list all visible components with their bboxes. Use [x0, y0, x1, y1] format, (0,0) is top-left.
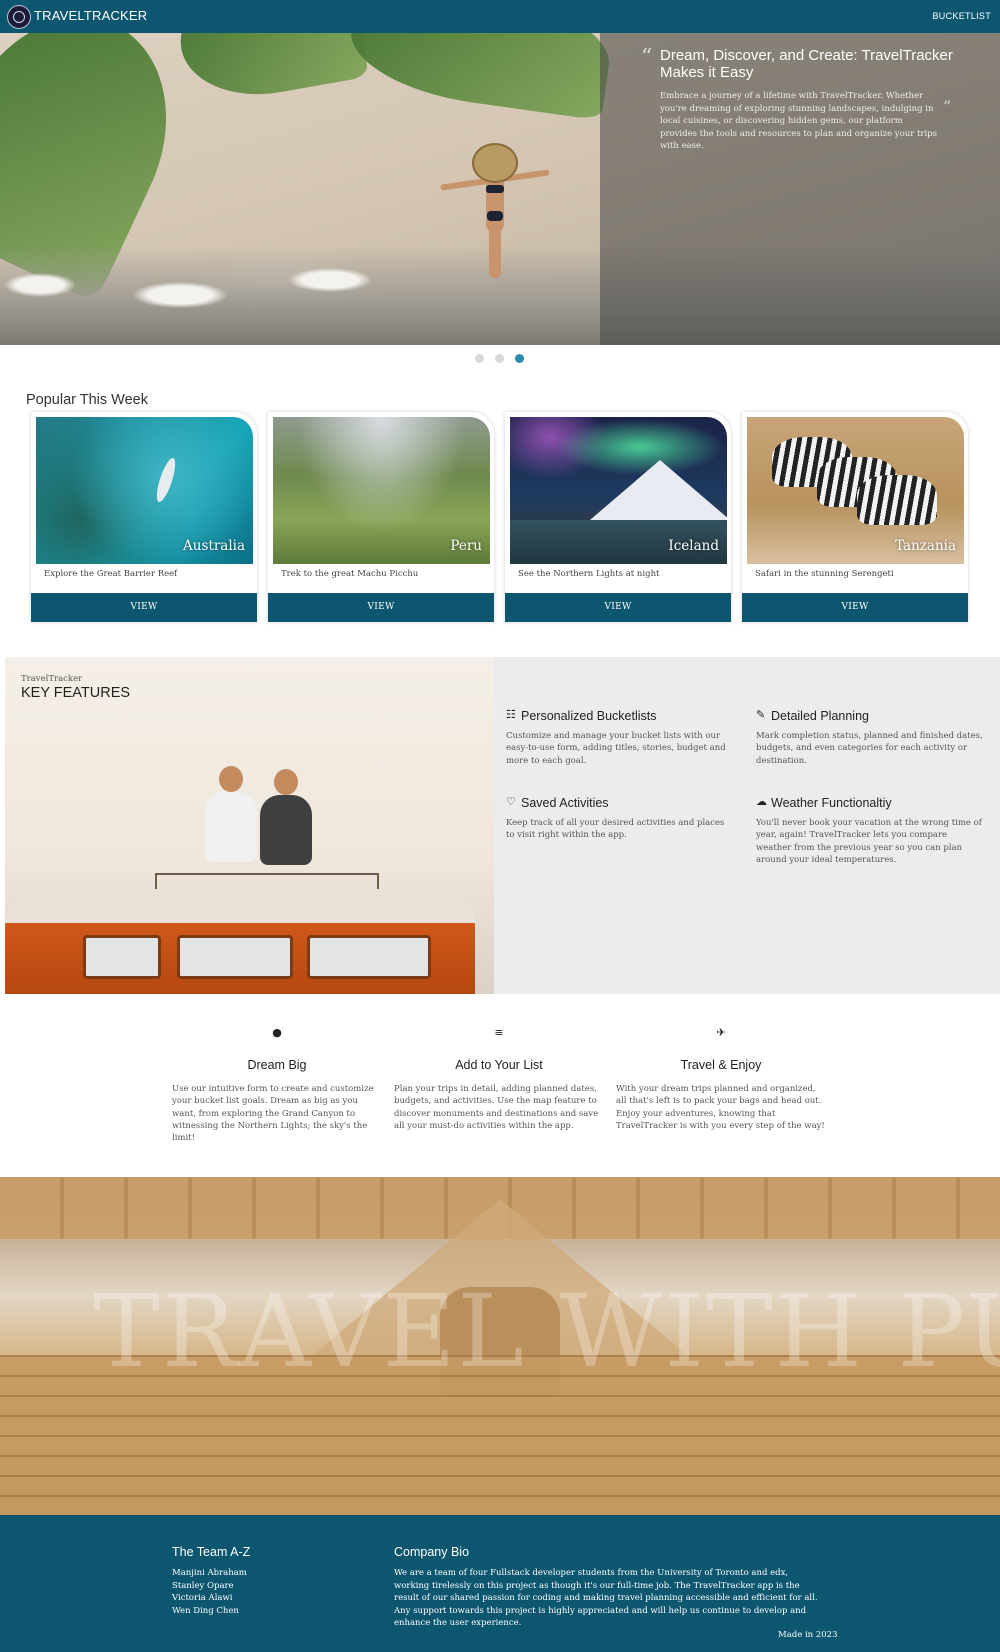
brand-name[interactable]: TRAVELTRACKER [34, 8, 147, 23]
feature-title: Weather Functionaltiy [771, 796, 892, 810]
carousel-dot-3[interactable] [515, 354, 524, 363]
carousel-dot-1[interactable] [475, 354, 484, 363]
playlist-add-icon: ≡ [494, 1026, 504, 1039]
camper-van-image [5, 873, 475, 994]
card-description: Trek to the great Machu Picchu [281, 569, 419, 579]
view-button[interactable]: VIEW [31, 593, 257, 622]
northern-lights-image: Iceland [510, 417, 727, 564]
open-quote-icon: “ [641, 45, 653, 70]
features-image [5, 657, 494, 994]
destination-card-australia: Australia Explore the Great Barrier Reef… [31, 412, 257, 622]
features-heading: KEY FEATURES [21, 685, 131, 701]
card-country: Peru [450, 538, 482, 554]
team-list: Manjini Abraham Stanley Opare Victoria A… [172, 1567, 247, 1617]
heart-icon: ♡ [506, 795, 516, 808]
popular-section-title: Popular This Week [26, 392, 148, 408]
card-description: Safari in the stunning Serengeti [755, 569, 894, 579]
checklist-icon: ☷ [506, 708, 516, 721]
egypt-banner-image: TRAVEL WITH PU [0, 1177, 1000, 1515]
feature-title: Detailed Planning [771, 709, 869, 723]
machu-picchu-image: Peru [273, 417, 490, 564]
zebras-image: Tanzania [747, 417, 964, 564]
sunbather-image [440, 133, 550, 278]
destination-card-tanzania: Tanzania Safari in the stunning Serenget… [742, 412, 968, 622]
view-button[interactable]: VIEW [268, 593, 494, 622]
destination-card-peru: Peru Trek to the great Machu Picchu VIEW [268, 412, 494, 622]
weather-icon: ☁ [756, 795, 767, 808]
step-description: With your dream trips planned and organi… [616, 1084, 825, 1131]
card-description: See the Northern Lights at night [518, 569, 660, 579]
features-kicker: TravelTracker [21, 674, 83, 684]
card-country: Tanzania [895, 538, 956, 554]
feature-description: Mark completion status, planned and fini… [756, 731, 983, 766]
close-quote-icon: ” [943, 97, 952, 116]
traveler-image [205, 766, 257, 862]
edit-note-icon: ✎ [756, 708, 766, 721]
feature-title: Saved Activities [521, 796, 609, 810]
carousel-dot-2[interactable] [495, 354, 504, 363]
nav-bucketlist-link[interactable]: BUCKETLIST [932, 11, 991, 21]
hero-title: Dream, Discover, and Create: TravelTrack… [660, 47, 953, 81]
card-country: Iceland [668, 538, 719, 554]
feature-description: Customize and manage your bucket lists w… [506, 731, 726, 766]
card-description: Explore the Great Barrier Reef [44, 569, 178, 579]
card-country: Australia [183, 538, 245, 554]
team-member: Victoria Alawi [172, 1593, 233, 1603]
destination-card-iceland: Iceland See the Northern Lights at night… [505, 412, 731, 622]
step-title: Travel & Enjoy [680, 1058, 762, 1072]
team-member: Stanley Opare [172, 1580, 234, 1591]
view-button[interactable]: VIEW [505, 593, 731, 622]
step-description: Plan your trips in detail, adding planne… [394, 1084, 599, 1131]
bio-heading: Company Bio [394, 1545, 470, 1559]
navbar: TRAVELTRACKER BUCKETLIST [0, 0, 1000, 33]
feature-title: Personalized Bucketlists [521, 709, 657, 723]
compass-icon: ● [272, 1026, 282, 1039]
company-bio: We are a team of four Fullstack develope… [394, 1568, 818, 1628]
palm-leaf-image [170, 33, 370, 108]
hero-text: Embrace a journey of a lifetime with Tra… [660, 91, 937, 151]
team-heading: The Team A-Z [172, 1545, 251, 1559]
step-description: Use our intuitive form to create and cus… [172, 1084, 374, 1144]
kayak-shape [153, 456, 179, 504]
view-button[interactable]: VIEW [742, 593, 968, 622]
team-member: Wen Ding Chen [172, 1605, 239, 1616]
footer: The Team A-Z Manjini Abraham Stanley Opa… [0, 1515, 1000, 1652]
reef-image: Australia [36, 417, 253, 564]
traveler-image [260, 769, 312, 865]
feature-description: Keep track of all your desired activitie… [506, 818, 725, 841]
step-title: Add to Your List [455, 1058, 543, 1072]
globe-logo-icon[interactable] [7, 5, 31, 29]
banner-overlay-text: TRAVEL WITH PU [93, 1273, 1000, 1390]
flight-takeoff-icon: ✈ [716, 1026, 726, 1039]
feature-description: You'll never book your vacation at the w… [756, 818, 982, 865]
palm-leaf-image [343, 33, 617, 121]
team-member: Manjini Abraham [172, 1568, 247, 1578]
made-in-text: Made in 2023 [778, 1630, 838, 1640]
step-title: Dream Big [247, 1058, 307, 1072]
